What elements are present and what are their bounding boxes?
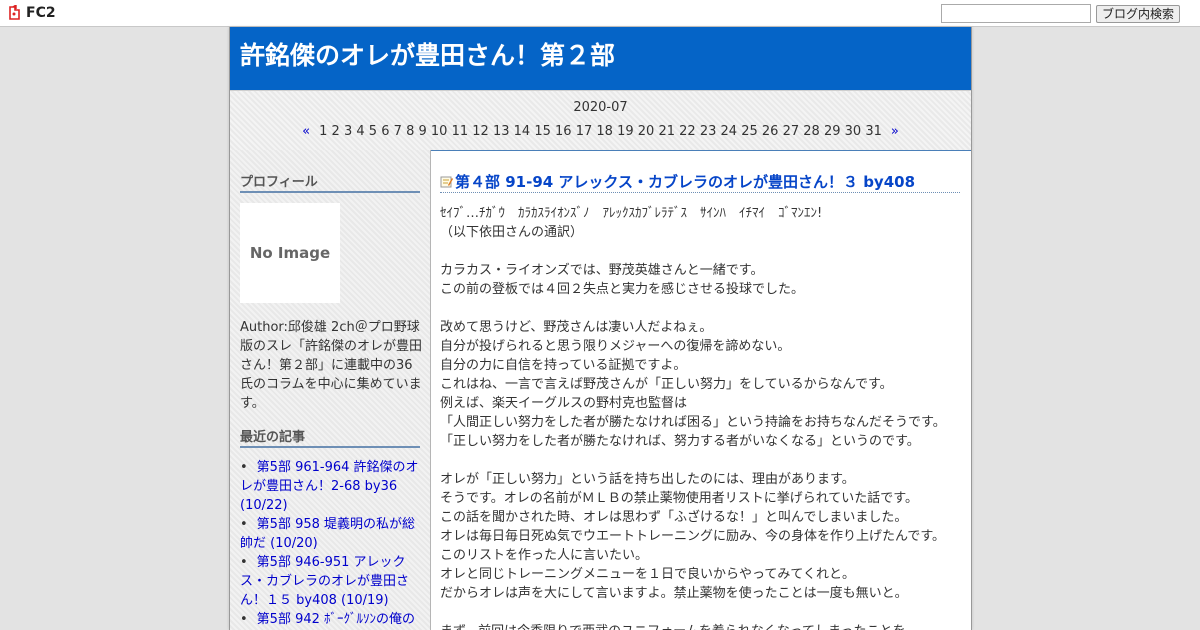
calendar-day: 12 [472, 124, 489, 139]
blog-search-button[interactable]: ブログ内検索 [1096, 5, 1181, 23]
entry-title-link[interactable]: 第４部 91-94 アレックス・カブレラのオレが豊田さん！３ by408 [455, 171, 915, 192]
entry: 第４部 91-94 アレックス・カブレラのオレが豊田さん！３ by408 ｾｲﾌ… [440, 150, 960, 630]
calendar-day: 8 [406, 124, 415, 139]
calendar-day: 27 [782, 124, 800, 139]
calendar-day: 5 [368, 124, 378, 139]
entry-text-line: 例えば、楽天イーグルスの野村克也監督は [440, 396, 688, 411]
calendar-day: 2 [331, 124, 340, 139]
profile-description: Author:邱俊雄 2ch＠プロ野球版のスレ「許銘傑のオレが豊田さん！第２部」… [240, 320, 423, 411]
entry-text-line: 自分の力に自信を持っている証拠ですよ。 [440, 358, 687, 373]
blog-search-input[interactable] [941, 4, 1091, 23]
bullet-icon: • [240, 460, 248, 475]
entry-text-line: そうです。オレの名前がＭＬＢの禁止薬物使用者リストに挙げられていた話です。 [440, 491, 919, 506]
calendar-day: 3 [343, 124, 353, 139]
calendar-day: 22 [679, 124, 696, 139]
recent-post-item: • 第5部 961-964 許銘傑のオレが豊田さん！2-68 by36 (10/2… [240, 458, 420, 515]
calendar-month: 2020-07 [573, 100, 628, 115]
calendar-day: 17 [575, 124, 593, 139]
entry-text-line [440, 603, 960, 622]
fc2-logo-icon [9, 5, 20, 20]
recent-post-link[interactable]: 第5部 946-951 アレックス・カブレラのオレが豊田さん！１５ by408 … [240, 555, 409, 608]
memo-icon [440, 176, 453, 187]
calendar-day: 6 [381, 124, 390, 139]
calendar-day: 18 [596, 124, 613, 139]
calendar-day: 26 [761, 124, 779, 139]
entry-text-line: このリストを作った人に言いたい。 [440, 548, 649, 563]
entry-text-line: 自分が投げられると思う限りメジャーへの復帰を諦めない。 [440, 339, 791, 354]
bullet-icon: • [240, 517, 248, 532]
calendar-day: 30 [844, 124, 862, 139]
calendar-day: 10 [430, 124, 448, 139]
entry-text-line: カラカス・ライオンズでは、野茂英雄さんと一緒です。 [440, 263, 764, 278]
entry-text-line: 「人間正しい努力をした者が勝たなければ困る」という持論をお持ちなんだそうです。 [440, 415, 946, 430]
entry-text-line: オレと同じトレーニングメニューを１日で良いからやってみてくれと。 [440, 567, 855, 582]
profile-avatar: No Image [240, 203, 340, 303]
fc2-logo-text: FC2 [26, 5, 56, 21]
entry-text-line: 「正しい努力をした者が勝たなければ、努力する者がいなくなる」というのです。 [440, 434, 920, 449]
calendar-day: 29 [823, 124, 841, 139]
calendar-day: 19 [617, 124, 634, 139]
recent-post-link[interactable]: 第5部 942 ﾎﾞｰｸﾞﾙｿﾝの俺の [257, 612, 415, 627]
recent-posts-heading: 最近の記事 [240, 426, 420, 448]
calendar-day: 1 [319, 124, 328, 139]
calendar-day: 11 [451, 124, 469, 139]
calendar-day: 31 [865, 124, 882, 139]
entry-body: ｾｲﾌﾞ…ﾁｶﾞｳ ｶﾗｶｽﾗｲｵﾝｽﾞﾉ ｱﾚｯｸｽｶﾌﾞﾚﾗﾃﾞｽ ｻｲﾝﾊ… [440, 204, 960, 630]
entry-text-line: オレが「正しい努力」という話を持ち出したのには、理由があります。 [440, 472, 855, 487]
calendar-prev-link[interactable]: « [302, 124, 310, 139]
bullet-icon: • [240, 555, 248, 570]
calendar-day: 16 [555, 124, 572, 139]
calendar-day: 24 [720, 124, 738, 139]
entry-title-row: 第４部 91-94 アレックス・カブレラのオレが豊田さん！３ by408 [440, 170, 960, 193]
sidebar: プロフィール No Image Author:邱俊雄 2ch＠プロ野球版のスレ「… [230, 150, 431, 630]
calendar-day: 14 [513, 124, 531, 139]
profile-heading: プロフィール [240, 171, 420, 193]
recent-post-item: • 第5部 942 ﾎﾞｰｸﾞﾙｿﾝの俺の [240, 610, 420, 629]
recent-post-link[interactable]: 第5部 961-964 許銘傑のオレが豊田さん！2-68 by36 (10/22… [240, 460, 419, 513]
calendar-day: 13 [492, 124, 510, 139]
fc2-logo[interactable]: FC2 [7, 4, 56, 22]
calendar-next-link[interactable]: » [891, 124, 899, 139]
recent-post-item: • 第5部 946-951 アレックス・カブレラのオレが豊田さん！１５ by408… [240, 553, 420, 610]
calendar-days: « 1 2 3 4 5 6 7 8 9 10 11 12 13 14 15 16 … [230, 124, 971, 139]
calendar-day: 9 [418, 124, 427, 139]
blog-container: 許銘傑のオレが豊田さん！第２部 2020-07 « 1 2 3 4 5 6 7 8… [229, 27, 972, 630]
calendar-day: 4 [356, 124, 365, 139]
calendar-day: 15 [534, 124, 551, 139]
entry-text-line [440, 299, 960, 318]
recent-post-link[interactable]: 第5部 958 堤義明の私が総帥だ (10/20) [240, 517, 415, 551]
entry-text-line: この話を聞かされた時、オレは思わず「ふざけるな！」と叫んでしまいました。 [440, 510, 908, 525]
bullet-icon: • [240, 612, 248, 627]
entry-text-line: まず、前回は今季限りで西武のユニフォームを着られなくなってしまったことを [440, 622, 960, 630]
entry-text-line: オレは毎日毎日死ぬ気でウエートトレーニングに励み、今の身体を作り上げたんです。 [440, 529, 946, 544]
entry-text-line: 改めて思うけど、野茂さんは凄い人だよねぇ。 [440, 320, 713, 335]
entry-text-line: ｾｲﾌﾞ…ﾁｶﾞｳ ｶﾗｶｽﾗｲｵﾝｽﾞﾉ ｱﾚｯｸｽｶﾌﾞﾚﾗﾃﾞｽ ｻｲﾝﾊ… [440, 206, 823, 221]
fc2-toolbar: FC2 ブログ内検索 [0, 0, 1200, 27]
entry-text-line [440, 242, 960, 261]
calendar-day: 21 [658, 124, 676, 139]
calendar-day: 23 [699, 124, 717, 139]
entry-text-line: これはね、一言で言えば野茂さんが「正しい努力」をしているからなんです。 [440, 377, 893, 392]
calendar-day-list: 1 2 3 4 5 6 7 8 9 10 11 12 13 14 15 16 1… [319, 124, 882, 139]
blog-header: 許銘傑のオレが豊田さん！第２部 [230, 27, 971, 90]
calendar-day: 28 [803, 124, 820, 139]
calendar-day: 7 [393, 124, 402, 139]
entry-text-line: だからオレは声を大にして言いますよ。禁止薬物を使ったことは一度も無いと。 [440, 586, 908, 601]
calendar: 2020-07 « 1 2 3 4 5 6 7 8 9 10 11 12 13 1… [230, 90, 971, 151]
recent-post-item: • 第5部 958 堤義明の私が総帥だ (10/20) [240, 515, 420, 553]
calendar-day: 25 [741, 124, 758, 139]
entry-text-line: （以下依田さんの通訳） [440, 225, 584, 240]
entry-text-line [440, 451, 960, 470]
entry-text-line: この前の登板では４回２失点と実力を感じさせる投球でした。 [440, 282, 805, 297]
calendar-day: 20 [637, 124, 655, 139]
blog-title[interactable]: 許銘傑のオレが豊田さん！第２部 [240, 36, 615, 72]
recent-posts-list: • 第5部 961-964 許銘傑のオレが豊田さん！2-68 by36 (10/2… [240, 458, 420, 629]
